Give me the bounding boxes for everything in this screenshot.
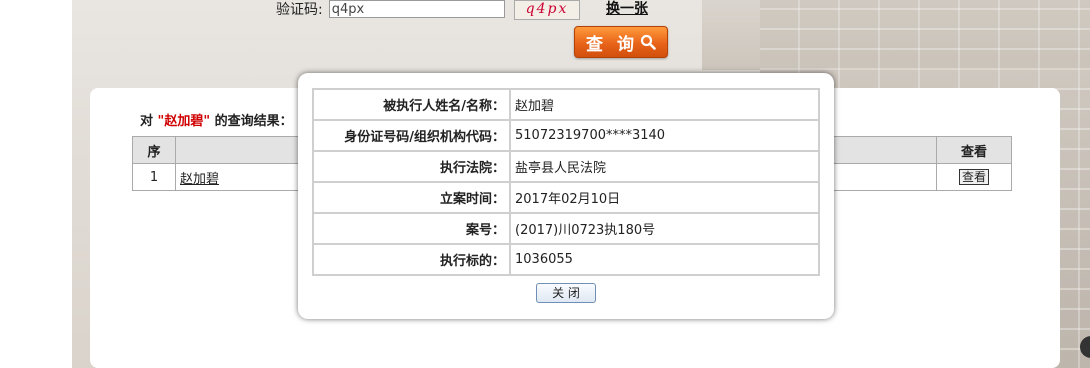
- result-title-prefix: 对: [140, 114, 154, 129]
- captcha-input[interactable]: [328, 0, 505, 18]
- view-button[interactable]: 查看: [958, 169, 989, 185]
- field-value: 赵加碧: [509, 88, 820, 121]
- field-value: 盐亭县人民法院: [509, 150, 820, 183]
- field-label: 立案时间：: [312, 181, 511, 214]
- detail-row-amount: 执行标的： 1036055: [312, 243, 820, 276]
- result-title-suffix: 的查询结果：: [214, 114, 293, 129]
- close-button[interactable]: 关 闭: [536, 283, 596, 303]
- column-header-index: 序: [132, 136, 176, 164]
- field-label: 执行法院：: [312, 150, 511, 183]
- query-button[interactable]: 查 询: [574, 26, 668, 58]
- field-value: 51072319700****3140: [509, 119, 820, 152]
- captcha-image[interactable]: q4px: [514, 0, 580, 20]
- field-label: 身份证号码/组织机构代码：: [312, 119, 511, 152]
- field-value: (2017)川0723执180号: [509, 212, 820, 245]
- captcha-image-text: q4px: [525, 1, 569, 17]
- detail-table: 被执行人姓名/名称： 赵加碧 身份证号码/组织机构代码： 51072319700…: [312, 88, 820, 276]
- row-view-cell: 查看: [936, 163, 1012, 191]
- detail-row-case-number: 案号： (2017)川0723执180号: [312, 212, 820, 245]
- captcha-label: 验证码:: [276, 2, 323, 18]
- change-captcha-link[interactable]: 换一张: [606, 0, 648, 18]
- detail-row-name: 被执行人姓名/名称： 赵加碧: [312, 88, 820, 121]
- captcha-row: 验证码:: [276, 0, 505, 18]
- field-label: 案号：: [312, 212, 511, 245]
- field-label: 执行标的：: [312, 243, 511, 276]
- field-label: 被执行人姓名/名称：: [312, 88, 511, 121]
- result-title-name: "赵加碧": [157, 114, 211, 129]
- field-value: 2017年02月10日: [509, 181, 820, 214]
- result-title: 对 "赵加碧" 的查询结果：: [140, 110, 293, 129]
- detail-row-date: 立案时间： 2017年02月10日: [312, 181, 820, 214]
- detail-dialog: 被执行人姓名/名称： 赵加碧 身份证号码/组织机构代码： 51072319700…: [298, 73, 834, 319]
- row-index: 1: [132, 163, 176, 191]
- search-icon: [640, 34, 656, 50]
- detail-row-id: 身份证号码/组织机构代码： 51072319700****3140: [312, 119, 820, 152]
- detail-row-court: 执行法院： 盐亭县人民法院: [312, 150, 820, 183]
- query-button-label: 查 询: [586, 34, 638, 55]
- field-value: 1036055: [509, 243, 820, 276]
- column-header-view: 查看: [936, 136, 1012, 164]
